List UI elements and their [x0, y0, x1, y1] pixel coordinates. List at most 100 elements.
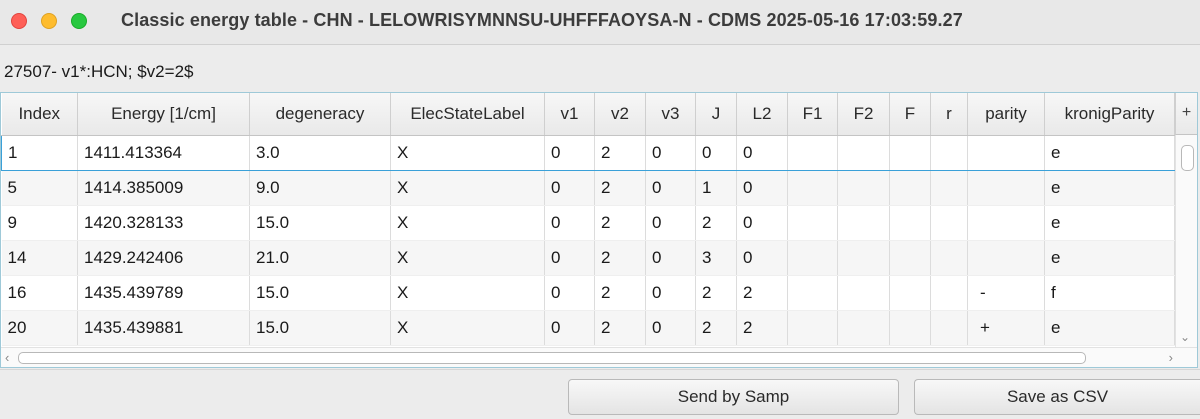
table-row[interactable]: 1 1411.413364 3.0 X 0 2 0 0 0 e	[1, 135, 1175, 171]
table-cell[interactable]	[930, 275, 968, 311]
table-cell[interactable]: 2	[594, 135, 646, 171]
table-cell[interactable]: 0	[544, 275, 595, 311]
table-cell[interactable]: 21.0	[249, 240, 391, 276]
table-cell[interactable]: 0	[645, 205, 696, 241]
table-cell[interactable]: 2	[594, 205, 646, 241]
table-cell[interactable]: 2	[594, 310, 646, 346]
table-cell[interactable]: X	[390, 135, 545, 171]
column-header[interactable]: v2	[594, 93, 646, 136]
column-header[interactable]: v1	[544, 93, 595, 136]
table-cell[interactable]: 3.0	[249, 135, 391, 171]
table-cell[interactable]: 2	[594, 170, 646, 206]
table-cell[interactable]: 1429.242406	[77, 240, 250, 276]
table-cell[interactable]: 15.0	[249, 310, 391, 346]
table-cell[interactable]: 1420.328133	[77, 205, 250, 241]
table-cell[interactable]: e	[1044, 240, 1175, 276]
column-header[interactable]: r	[930, 93, 968, 136]
vertical-scroll-thumb[interactable]	[1181, 145, 1194, 171]
table-cell[interactable]: -	[967, 275, 1045, 311]
table-cell[interactable]	[837, 240, 890, 276]
table-cell[interactable]: 0	[736, 135, 788, 171]
save-as-csv-button[interactable]: Save as CSV	[914, 379, 1200, 415]
table-cell[interactable]	[787, 205, 838, 241]
table-cell[interactable]: 1411.413364	[77, 135, 250, 171]
table-cell[interactable]	[889, 205, 931, 241]
table-cell[interactable]: 2	[594, 240, 646, 276]
table-cell[interactable]	[837, 205, 890, 241]
table-cell[interactable]	[787, 275, 838, 311]
column-header[interactable]: kronigParity	[1044, 93, 1175, 136]
table-cell[interactable]: 2	[695, 275, 737, 311]
table-cell[interactable]: 15.0	[249, 275, 391, 311]
maximize-window-button[interactable]	[71, 13, 87, 29]
table-cell[interactable]	[787, 310, 838, 346]
scroll-left-icon[interactable]: ‹	[5, 350, 9, 365]
table-cell[interactable]	[837, 135, 890, 171]
table-cell[interactable]: 0	[544, 205, 595, 241]
table-cell[interactable]	[930, 170, 968, 206]
table-cell[interactable]	[930, 135, 968, 171]
table-row[interactable]: 14 1429.242406 21.0 X 0 2 0 3 0 e	[1, 240, 1175, 276]
table-cell[interactable]	[837, 310, 890, 346]
table-cell[interactable]: 1435.439881	[77, 310, 250, 346]
table-cell[interactable]: e	[1044, 310, 1175, 346]
table-cell[interactable]: 9.0	[249, 170, 391, 206]
table-cell[interactable]	[889, 275, 931, 311]
close-window-button[interactable]	[11, 13, 27, 29]
column-header[interactable]: L2	[736, 93, 788, 136]
table-cell[interactable]: 0	[736, 170, 788, 206]
table-cell[interactable]: 1	[695, 170, 737, 206]
table-cell[interactable]: 0	[695, 135, 737, 171]
table-cell[interactable]: 2	[695, 205, 737, 241]
table-cell[interactable]: 2	[594, 275, 646, 311]
table-cell[interactable]: 2	[736, 310, 788, 346]
column-header[interactable]: F	[889, 93, 931, 136]
table-cell[interactable]	[930, 310, 968, 346]
table-cell[interactable]	[930, 240, 968, 276]
table-cell[interactable]	[967, 240, 1045, 276]
table-cell[interactable]: X	[390, 240, 545, 276]
column-header[interactable]: Energy [1/cm]	[77, 93, 250, 136]
column-header[interactable]: v3	[645, 93, 696, 136]
table-cell[interactable]	[889, 170, 931, 206]
table-row[interactable]: 20 1435.439881 15.0 X 0 2 0 2 2 + e	[1, 310, 1175, 346]
table-cell[interactable]: 0	[645, 310, 696, 346]
column-header[interactable]: parity	[967, 93, 1045, 136]
table-cell[interactable]: 20	[1, 310, 78, 346]
table-cell[interactable]: e	[1044, 170, 1175, 206]
table-cell[interactable]: f	[1044, 275, 1175, 311]
table-cell[interactable]: 15.0	[249, 205, 391, 241]
table-cell[interactable]	[837, 275, 890, 311]
table-cell[interactable]: X	[390, 275, 545, 311]
table-cell[interactable]: 0	[645, 275, 696, 311]
table-cell[interactable]: 0	[544, 170, 595, 206]
column-menu-button[interactable]: +	[1175, 93, 1197, 135]
table-cell[interactable]: 5	[1, 170, 78, 206]
table-cell[interactable]: X	[390, 205, 545, 241]
horizontal-scroll-thumb[interactable]	[18, 352, 1086, 364]
column-header[interactable]: ElecStateLabel	[390, 93, 545, 136]
table-cell[interactable]: 0	[544, 310, 595, 346]
column-header[interactable]: F1	[787, 93, 838, 136]
table-row[interactable]: 16 1435.439789 15.0 X 0 2 0 2 2- f	[1, 275, 1175, 311]
table-cell[interactable]: 1	[1, 135, 78, 171]
minimize-window-button[interactable]	[41, 13, 57, 29]
table-cell[interactable]: 14	[1, 240, 78, 276]
table-cell[interactable]: e	[1044, 205, 1175, 241]
table-cell[interactable]	[889, 135, 931, 171]
table-cell[interactable]: 0	[645, 240, 696, 276]
table-cell[interactable]: +	[967, 310, 1045, 346]
table-cell[interactable]	[967, 170, 1045, 206]
table-cell[interactable]: X	[390, 170, 545, 206]
table-cell[interactable]: 0	[645, 170, 696, 206]
column-header[interactable]: J	[695, 93, 737, 136]
table-cell[interactable]	[930, 205, 968, 241]
table-cell[interactable]: e	[1044, 135, 1175, 171]
table-cell[interactable]	[837, 170, 890, 206]
column-header[interactable]: F2	[837, 93, 890, 136]
table-row[interactable]: 5 1414.385009 9.0 X 0 2 0 1 0 e	[1, 170, 1175, 206]
table-cell[interactable]	[889, 240, 931, 276]
table-cell[interactable]: 16	[1, 275, 78, 311]
table-cell[interactable]: 1414.385009	[77, 170, 250, 206]
table-cell[interactable]	[787, 170, 838, 206]
